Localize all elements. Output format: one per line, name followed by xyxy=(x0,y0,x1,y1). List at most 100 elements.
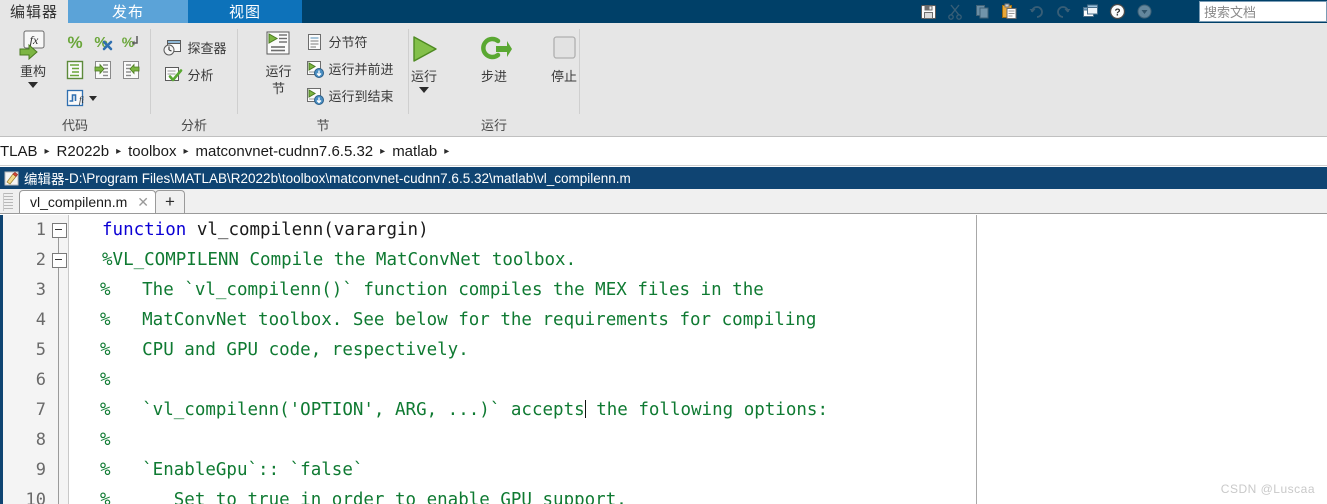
ribbon-group-run: 运行 步进 停止 运行 xyxy=(409,23,579,136)
code-line-text: % CPU and GPU code, respectively. xyxy=(100,340,469,360)
switch-window-icon[interactable] xyxy=(1078,1,1103,22)
code-line-text: function vl_compilenn(varargin) xyxy=(102,220,429,240)
stop-label: 停止 xyxy=(550,69,577,84)
undo-icon xyxy=(1024,1,1049,22)
analyze-button[interactable]: 分析 xyxy=(161,62,226,87)
analysis-items: 探查器 分析 xyxy=(161,35,227,87)
breadcrumb-item-matlab-dir[interactable]: matlab xyxy=(392,143,437,160)
chevron-right-icon: ▸ xyxy=(44,146,50,157)
tab-editor[interactable]: 编辑器 xyxy=(0,0,68,23)
tab-view-label: 视图 xyxy=(228,4,261,21)
code-line-text: % xyxy=(100,370,111,390)
analyze-checkmark-icon xyxy=(161,64,183,86)
svg-text:fx: fx xyxy=(30,33,39,47)
editor-app-label: 编辑器 xyxy=(24,172,65,187)
code-line[interactable]: 2 %VL_COMPILENN Compile the MatConvNet to… xyxy=(0,245,976,275)
section-break-button[interactable]: 分节符 xyxy=(304,29,393,54)
tab-publish[interactable]: 发布 xyxy=(68,0,188,23)
run-to-end-icon xyxy=(304,86,325,106)
profiler-button[interactable]: 探查器 xyxy=(161,35,227,60)
code-line-text: % MatConvNet toolbox. See below for the … xyxy=(100,310,816,330)
line-number: 3 xyxy=(35,280,46,300)
run-caret-icon[interactable] xyxy=(419,87,429,93)
chevron-right-icon: ▸ xyxy=(380,146,386,157)
breadcrumb-item-matconvnet[interactable]: matconvnet-cudnn7.6.5.32 xyxy=(196,143,374,160)
code-line-text: % xyxy=(100,430,111,450)
run-and-advance-icon xyxy=(304,59,325,79)
code-line[interactable]: 1 function vl_compilenn(varargin) xyxy=(0,215,976,245)
refactor-label: 重构 xyxy=(19,64,46,79)
refactor-caret-icon[interactable] xyxy=(28,82,38,88)
run-section-label-line2: 节 xyxy=(271,81,285,96)
refactor-button[interactable]: fx 重构 xyxy=(5,28,61,88)
stop-icon xyxy=(546,31,582,67)
code-token: % MatConvNet toolbox. See below for the … xyxy=(100,310,817,330)
code-line[interactable]: 7 % `vl_compilenn('OPTION', ARG, ...)` ac… xyxy=(0,395,976,425)
wrap-comment-icon[interactable]: % xyxy=(120,31,142,53)
plus-icon: + xyxy=(165,192,175,211)
code-line-text: %VL_COMPILENN Compile the MatConvNet too… xyxy=(102,250,576,270)
code-line-text: % `EnableGpu`:: `false` xyxy=(100,460,363,480)
code-line[interactable]: 9 % `EnableGpu`:: `false` xyxy=(0,455,976,485)
editor-title-bar: 编辑器 - D:\Program Files\MATLAB\R2022b\too… xyxy=(0,167,1327,189)
code-token: % `EnableGpu`:: `false` xyxy=(100,460,364,480)
line-number: 6 xyxy=(35,370,46,390)
breadcrumb-item-r2022b[interactable]: R2022b xyxy=(57,143,110,160)
insert-function-icon[interactable]: fi xyxy=(64,87,86,109)
file-tab-vl-compilenn[interactable]: vl_compilenn.m ✕ xyxy=(19,190,156,213)
code-line[interactable]: 6% xyxy=(0,365,976,395)
paste-icon[interactable] xyxy=(997,1,1022,22)
step-icon xyxy=(476,31,512,67)
breadcrumb-item-toolbox[interactable]: toolbox xyxy=(128,143,176,160)
tab-editor-label: 编辑器 xyxy=(9,4,58,21)
close-icon[interactable]: ✕ xyxy=(137,195,149,209)
code-fold-toggle[interactable] xyxy=(52,222,67,238)
smart-indent-icon[interactable] xyxy=(64,59,86,81)
code-fold-toggle[interactable] xyxy=(52,252,67,268)
breadcrumb-item-matlab[interactable]: TLAB xyxy=(0,143,38,160)
editor-right-empty-pane xyxy=(978,215,1327,504)
comment-percent-icon[interactable]: % xyxy=(64,31,86,53)
step-button[interactable]: 步进 xyxy=(466,31,522,84)
editor-document-icon xyxy=(4,171,19,186)
code-line[interactable]: 4 % MatConvNet toolbox. See below for the… xyxy=(0,305,976,335)
code-editor[interactable]: 1 function vl_compilenn(varargin) 2 %VL_COM… xyxy=(0,215,977,504)
help-icon[interactable]: ? xyxy=(1105,1,1130,22)
code-token: vl_compilenn(varargin) xyxy=(186,220,429,240)
code-line[interactable]: 8% xyxy=(0,425,976,455)
chevron-right-icon: ▸ xyxy=(444,146,450,157)
line-number: 5 xyxy=(35,340,46,360)
breadcrumb: TLAB ▸ R2022b ▸ toolbox ▸ matconvnet-cud… xyxy=(0,138,1327,166)
chevron-right-icon: ▸ xyxy=(183,146,189,157)
run-to-end-button[interactable]: 运行到结束 xyxy=(304,83,394,108)
tab-bar-grip[interactable] xyxy=(3,193,13,211)
code-line[interactable]: 5 % CPU and GPU code, respectively. xyxy=(0,335,976,365)
code-token: % The `vl_compilenn()` function compiles… xyxy=(100,280,764,300)
search-documentation-box[interactable]: 搜索文档 xyxy=(1199,1,1327,22)
code-token: % xyxy=(100,370,111,390)
decrease-indent-icon[interactable] xyxy=(120,59,142,81)
code-token: % CPU and GPU code, respectively. xyxy=(100,340,469,360)
uncomment-percent-icon[interactable]: % xyxy=(92,31,114,53)
save-icon[interactable] xyxy=(916,1,941,22)
line-number: 7 xyxy=(35,400,46,420)
new-tab-button[interactable]: + xyxy=(155,190,185,213)
profiler-icon xyxy=(161,37,183,59)
insert-function-caret-icon[interactable] xyxy=(89,95,117,101)
code-line[interactable]: 3 % The `vl_compilenn()` function compile… xyxy=(0,275,976,305)
run-button[interactable]: 运行 xyxy=(396,31,452,93)
search-placeholder: 搜索文档 xyxy=(1204,5,1257,20)
stop-button[interactable]: 停止 xyxy=(536,31,592,84)
code-line[interactable]: 10 % Set to true in order to enable GPU s… xyxy=(0,485,976,504)
line-number: 4 xyxy=(35,310,46,330)
svg-text:%: % xyxy=(67,33,82,52)
increase-indent-icon[interactable] xyxy=(92,59,114,81)
code-line-text: % `vl_compilenn('OPTION', ARG, ...)` acc… xyxy=(100,400,828,420)
code-fold-line xyxy=(58,237,59,504)
copy-icon xyxy=(970,1,995,22)
tab-view[interactable]: 视图 xyxy=(188,0,302,23)
code-token: % `vl_compilenn('OPTION', ARG, ...)` acc… xyxy=(100,400,585,420)
run-section-button[interactable]: 运行 节 xyxy=(252,28,304,96)
watermark: CSDN @Luscaa xyxy=(1220,482,1315,496)
run-and-advance-button[interactable]: 运行并前进 xyxy=(304,56,394,81)
